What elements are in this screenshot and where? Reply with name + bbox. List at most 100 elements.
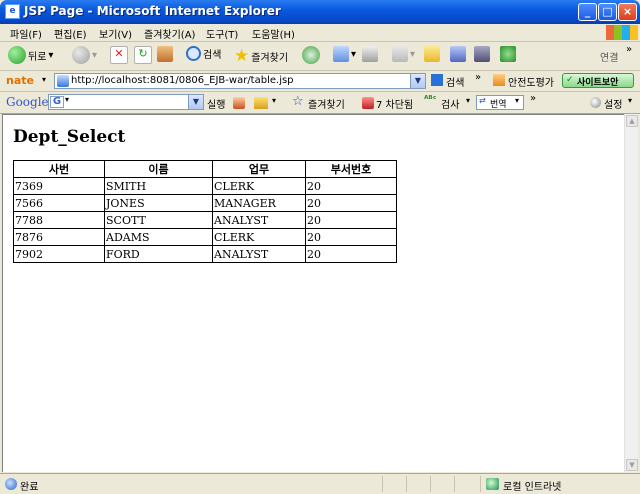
status-segment xyxy=(382,476,407,492)
search-icon xyxy=(186,46,201,61)
close-button[interactable]: × xyxy=(618,3,637,21)
home-icon xyxy=(157,46,173,62)
edit-page-button[interactable]: ▾ xyxy=(392,46,415,66)
cell-empno: 7369 xyxy=(13,177,105,195)
safety-icon xyxy=(493,74,505,86)
address-url: http://localhost:8081/0806_EJB-war/table… xyxy=(71,75,294,86)
menu-edit[interactable]: 편집(E) xyxy=(54,26,87,41)
folder-button[interactable] xyxy=(424,46,440,66)
menu-file[interactable]: 파일(F) xyxy=(10,26,42,41)
google-settings-button[interactable]: 설정 xyxy=(604,96,622,111)
google-favorites-button[interactable]: 즐겨찾기 xyxy=(308,96,345,111)
check-icon: ✓ xyxy=(566,75,574,85)
translate-dropdown-icon[interactable]: ▾ xyxy=(515,96,519,105)
address-search-button[interactable]: 검색 xyxy=(446,74,464,89)
research-icon xyxy=(450,46,466,62)
home-button[interactable] xyxy=(157,46,173,66)
print-icon xyxy=(362,46,378,62)
google-run-button[interactable]: 실행 xyxy=(207,96,225,111)
favorites-label: 즐겨찾기 xyxy=(251,52,289,64)
research-button[interactable] xyxy=(450,46,466,66)
table-row: 7876 ADAMS CLERK 20 xyxy=(13,228,397,246)
mail-dropdown-icon[interactable]: ▾ xyxy=(351,49,356,60)
address-chevron-icon[interactable]: » xyxy=(475,72,481,83)
edit-dropdown-icon[interactable]: ▾ xyxy=(410,49,415,60)
table-row: 7902 FORD ANALYST 20 xyxy=(13,245,397,263)
menu-view[interactable]: 보기(V) xyxy=(99,26,132,41)
popup-blocked-button[interactable]: 7 차단됨 xyxy=(376,96,413,111)
tools-icon xyxy=(474,46,490,62)
google-pagerank-icon[interactable] xyxy=(233,97,245,109)
history-button[interactable] xyxy=(302,46,320,66)
cell-deptno: 20 xyxy=(305,245,397,263)
menu-help[interactable]: 도움말(H) xyxy=(252,26,295,41)
refresh-button[interactable]: ↻ xyxy=(134,46,152,66)
back-button[interactable]: 뒤로 ▾ xyxy=(8,46,53,66)
spellcheck-button[interactable]: 검사 xyxy=(441,96,459,111)
column-header-job: 업무 xyxy=(212,160,306,178)
messenger-icon xyxy=(500,46,516,62)
column-header-deptno: 부서번호 xyxy=(305,160,397,178)
messenger-button[interactable] xyxy=(500,46,516,66)
google-logo-text: Google xyxy=(6,95,49,109)
translate-button[interactable]: ⇄ 번역 ▾ xyxy=(476,95,524,110)
settings-gear-icon xyxy=(590,97,601,108)
google-input-dropdown-icon[interactable]: ▼ xyxy=(188,95,203,109)
mail-button[interactable]: ▾ xyxy=(333,46,356,66)
page-icon xyxy=(57,75,69,87)
site-security-label: 사이트보안 xyxy=(577,78,619,88)
mail-icon xyxy=(333,46,349,62)
safety-rating-button[interactable]: 안전도평가 xyxy=(508,74,554,89)
status-text: 완료 xyxy=(20,482,39,493)
google-folder-icon[interactable] xyxy=(254,97,268,109)
print-button[interactable] xyxy=(362,46,378,66)
site-security-button[interactable]: ✓ 사이트보안 xyxy=(562,73,634,88)
back-label: 뒤로 xyxy=(28,51,47,63)
google-g-dropdown-icon[interactable]: ▾ xyxy=(65,95,69,104)
status-zone-segment: 로컬 인트라넷 xyxy=(480,476,639,493)
scroll-up-icon[interactable]: ▲ xyxy=(626,115,638,127)
menu-favorites[interactable]: 즐겨찾기(A) xyxy=(144,26,195,41)
address-input[interactable]: http://localhost:8081/0806_EJB-war/table… xyxy=(54,73,426,89)
status-segment xyxy=(430,476,455,492)
toolbar-chevron-icon[interactable]: » xyxy=(626,44,632,64)
page-title: Dept_Select xyxy=(13,127,126,147)
cell-deptno: 20 xyxy=(305,177,397,195)
cell-name: ADAMS xyxy=(104,228,213,246)
column-header-name: 이름 xyxy=(104,160,213,178)
vertical-scrollbar[interactable]: ▲ ▼ xyxy=(624,114,638,472)
tools-button[interactable] xyxy=(474,46,490,66)
cell-deptno: 20 xyxy=(305,228,397,246)
status-bar: 완료 로컬 인트라넷 xyxy=(0,473,640,494)
status-segment xyxy=(454,476,479,492)
intranet-zone-icon xyxy=(486,478,499,490)
table-row: 7788 SCOTT ANALYST 20 xyxy=(13,211,397,229)
history-icon xyxy=(302,46,320,64)
maximize-button[interactable]: □ xyxy=(598,3,617,21)
search-label: 검색 xyxy=(203,50,222,61)
back-dropdown-icon[interactable]: ▾ xyxy=(48,50,53,61)
search-button[interactable]: 검색 xyxy=(186,46,221,66)
settings-dropdown-icon[interactable]: ▾ xyxy=(628,96,632,105)
stop-button[interactable]: ✕ xyxy=(110,46,128,66)
minimize-button[interactable]: _ xyxy=(578,3,597,21)
google-search-input[interactable]: G ▾ ▼ xyxy=(48,94,204,110)
page-done-icon xyxy=(5,478,17,490)
cell-empno: 7566 xyxy=(13,194,105,212)
favorites-button[interactable]: ★ 즐겨찾기 xyxy=(234,46,288,66)
links-label[interactable]: 연결 xyxy=(600,49,618,69)
forward-button[interactable]: ▾ xyxy=(72,46,97,66)
spellcheck-dropdown-icon[interactable]: ▾ xyxy=(466,96,470,105)
windows-logo-icon xyxy=(606,25,638,40)
edit-page-icon xyxy=(392,46,408,62)
zone-text: 로컬 인트라넷 xyxy=(503,482,562,493)
scroll-down-icon[interactable]: ▼ xyxy=(626,459,638,471)
nate-dropdown-icon[interactable]: ▾ xyxy=(42,75,46,84)
folder-icon xyxy=(424,46,440,62)
forward-dropdown-icon[interactable]: ▾ xyxy=(92,50,97,61)
address-dropdown-icon[interactable]: ▼ xyxy=(410,74,425,88)
google-chevron-icon[interactable]: » xyxy=(530,93,536,104)
translate-label: 번역 xyxy=(490,100,507,110)
google-folder-dropdown-icon[interactable]: ▾ xyxy=(272,96,276,105)
menu-tools[interactable]: 도구(T) xyxy=(206,26,238,41)
